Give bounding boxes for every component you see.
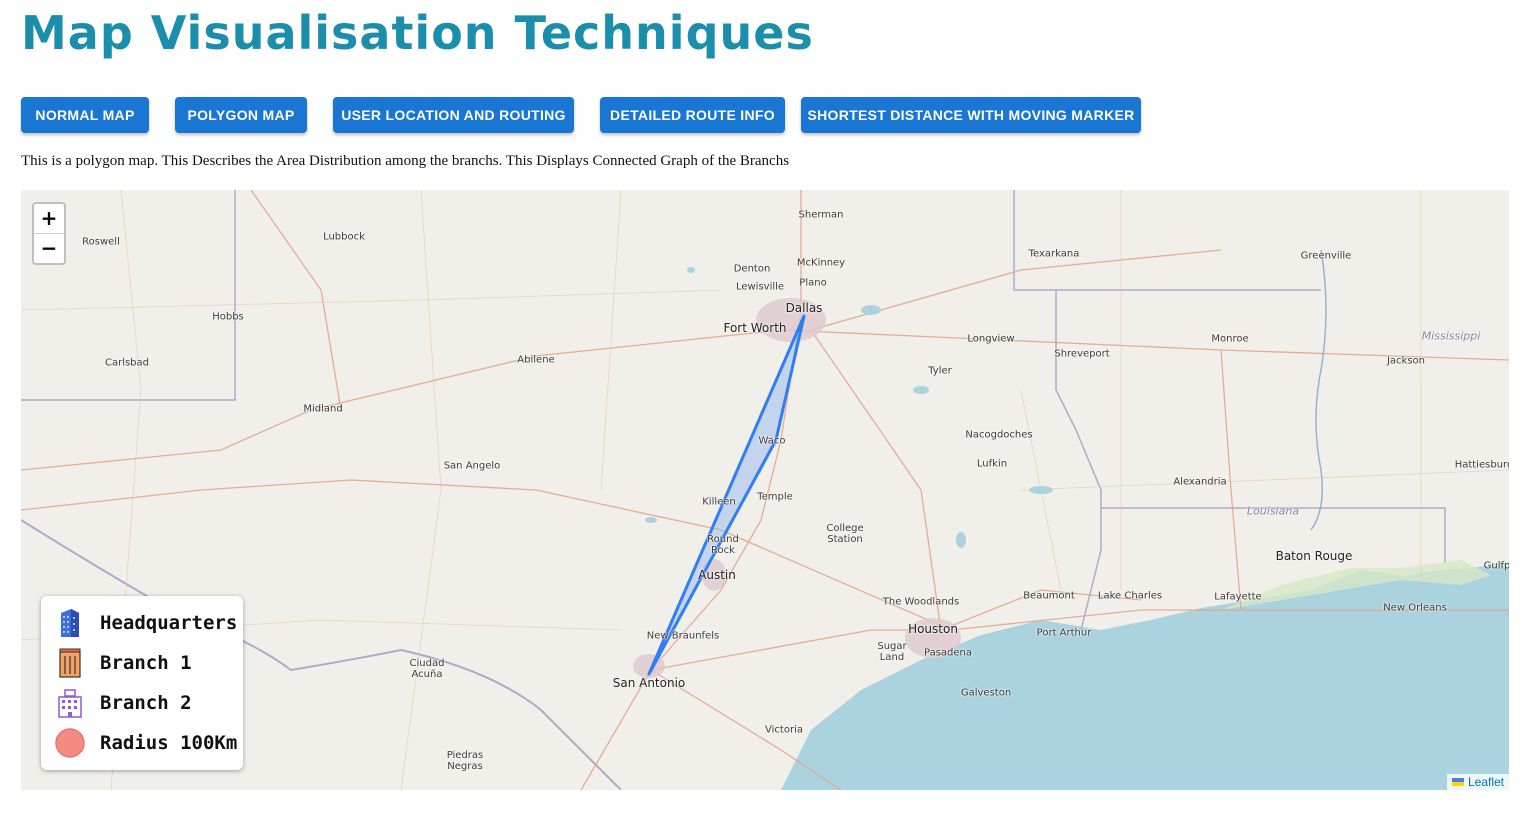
city-label: Lufkin: [976, 458, 1008, 470]
city-label: Piedras Negras: [446, 750, 484, 772]
city-label: The Woodlands: [882, 596, 960, 608]
city-label: Midland: [303, 403, 343, 415]
page-title: Map Visualisation Techniques: [21, 6, 814, 60]
legend-label: Branch 2: [100, 692, 192, 714]
city-label: Galveston: [960, 687, 1012, 699]
city-label: Temple: [757, 491, 793, 503]
leaflet-link[interactable]: Leaflet: [1468, 775, 1504, 789]
map-description: This is a polygon map. This Describes th…: [21, 153, 790, 169]
legend-item-headquarters: Headquarters: [53, 606, 237, 640]
city-label: Alexandria: [1173, 476, 1227, 488]
city-label: Dallas: [785, 301, 823, 315]
branch2-building-icon: [53, 686, 87, 720]
city-label: Austin: [698, 568, 736, 582]
city-label: Lake Charles: [1097, 590, 1163, 602]
legend-label: Branch 1: [100, 652, 192, 674]
branch1-building-icon: [53, 646, 87, 680]
city-label: Fort Worth: [723, 321, 787, 335]
headquarters-building-icon: [53, 606, 87, 640]
zoom-in-button[interactable]: +: [34, 204, 64, 233]
legend-item-branch-1: Branch 1: [53, 646, 192, 680]
city-label: Beaumont: [1023, 590, 1075, 602]
state-label: Louisiana: [1246, 504, 1300, 518]
city-label: Pasadena: [923, 647, 973, 659]
legend-item-radius: Radius 100Km: [53, 726, 237, 760]
zoom-control: + −: [32, 202, 66, 265]
city-label: Lewisville: [735, 281, 785, 293]
city-label: Monroe: [1211, 333, 1249, 345]
city-label: Lubbock: [323, 231, 365, 243]
city-label: College Station: [826, 523, 864, 545]
city-label: Denton: [733, 263, 771, 275]
city-label: Jackson: [1386, 355, 1426, 367]
city-label: Waco: [758, 435, 786, 447]
detailed-route-info-button[interactable]: DETAILED ROUTE INFO: [600, 97, 785, 133]
city-label: Shreveport: [1054, 348, 1110, 360]
map-base-layer: [21, 190, 1509, 790]
city-label: Plano: [799, 277, 827, 289]
polygon-map-button[interactable]: POLYGON MAP: [175, 97, 307, 133]
map-legend: Headquarters Branch 1 Branch 2 Radius 10…: [41, 596, 243, 770]
user-location-routing-button[interactable]: USER LOCATION AND ROUTING: [333, 97, 574, 133]
radius-circle-icon: [53, 726, 87, 760]
state-label: Mississippi: [1421, 329, 1481, 343]
city-label: Round Rock: [707, 534, 739, 556]
city-label: Baton Rouge: [1275, 549, 1353, 563]
city-label: San Angelo: [443, 460, 501, 472]
city-label: Greenville: [1300, 250, 1352, 262]
map-attribution: Leaflet: [1446, 774, 1509, 790]
city-label: Gulfp: [1483, 560, 1509, 572]
legend-item-branch-2: Branch 2: [53, 686, 192, 720]
city-label: San Antonio: [612, 676, 686, 690]
normal-map-button[interactable]: NORMAL MAP: [21, 97, 149, 133]
city-label: Nacogdoches: [965, 429, 1033, 441]
city-label: Victoria: [765, 724, 803, 736]
city-label: Sugar Land: [877, 641, 907, 663]
city-label: Longview: [967, 333, 1015, 345]
legend-label: Headquarters: [100, 612, 238, 634]
city-label: Ciudad Acuña: [409, 658, 445, 680]
city-label: Killeen: [702, 496, 736, 508]
city-label: Houston: [908, 622, 958, 636]
city-label: McKinney: [796, 257, 846, 269]
city-label: New Orleans: [1383, 602, 1447, 614]
city-label: Carlsbad: [104, 357, 150, 369]
city-label: Lafayette: [1214, 591, 1262, 603]
city-label: Hobbs: [212, 311, 244, 323]
map-container[interactable]: Sherman Roswell Lubbock Texarkana Greenv…: [21, 190, 1509, 790]
shortest-distance-moving-marker-button[interactable]: SHORTEST DISTANCE WITH MOVING MARKER: [801, 97, 1141, 133]
city-label: Abilene: [517, 354, 555, 366]
city-label: Texarkana: [1028, 248, 1080, 260]
city-label: New Braunfels: [646, 630, 720, 642]
city-label: Sherman: [798, 209, 844, 221]
city-label: Roswell: [82, 236, 120, 248]
city-label: Tyler: [928, 365, 952, 377]
ukraine-flag-icon: [1451, 778, 1464, 786]
city-label: Port Arthur: [1036, 627, 1092, 639]
city-label: Hattiesburg: [1454, 459, 1509, 471]
legend-label: Radius 100Km: [100, 732, 238, 754]
zoom-out-button[interactable]: −: [34, 233, 64, 263]
